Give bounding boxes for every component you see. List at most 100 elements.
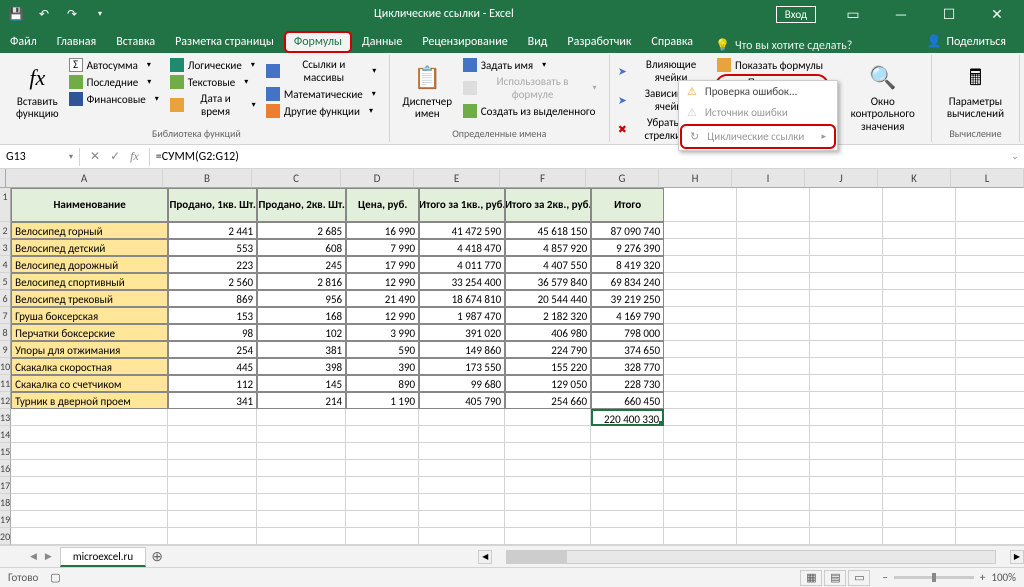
cell[interactable]: Велосипед дорожный [11, 256, 168, 273]
fx-icon[interactable]: fx [130, 149, 139, 164]
financial-button[interactable]: Финансовые▾ [67, 91, 166, 107]
cell[interactable] [591, 528, 664, 545]
cell[interactable] [419, 528, 505, 545]
cell[interactable] [883, 239, 956, 256]
cell[interactable]: 102 [257, 324, 346, 341]
column-header[interactable]: D [341, 169, 414, 188]
row-header[interactable]: 10 [0, 358, 11, 375]
tab-home[interactable]: Главная [47, 31, 106, 53]
cell[interactable] [810, 511, 883, 528]
save-icon[interactable]: 💾 [4, 3, 28, 25]
cell[interactable] [810, 426, 883, 443]
cell[interactable] [11, 494, 168, 511]
cell[interactable]: 1 987 470 [419, 307, 505, 324]
cell[interactable] [664, 392, 737, 409]
cell[interactable]: Наименование [11, 188, 168, 222]
row-header[interactable]: 4 [0, 256, 11, 273]
cell[interactable] [956, 222, 1024, 239]
cell[interactable] [737, 188, 810, 222]
cell[interactable] [737, 511, 810, 528]
cell[interactable]: 2 441 [168, 222, 257, 239]
cell[interactable] [419, 409, 505, 426]
name-manager-button[interactable]: 📋Диспетчер имен [396, 57, 459, 125]
cell[interactable] [168, 528, 257, 545]
cell[interactable]: 254 [168, 341, 257, 358]
row-header[interactable]: 13 [0, 409, 11, 426]
cell[interactable] [956, 341, 1024, 358]
enter-icon[interactable]: ✓ [110, 149, 120, 164]
cell[interactable] [883, 409, 956, 426]
cell[interactable] [664, 494, 737, 511]
cell[interactable]: 341 [168, 392, 257, 409]
cell[interactable]: 21 490 [346, 290, 419, 307]
cell[interactable]: Груша боксерская [11, 307, 168, 324]
row-header[interactable]: 5 [0, 273, 11, 290]
cell[interactable] [168, 460, 257, 477]
cell[interactable] [956, 494, 1024, 511]
cell[interactable] [737, 494, 810, 511]
cell[interactable]: 149 860 [419, 341, 505, 358]
cell[interactable]: 112 [168, 375, 257, 392]
cell[interactable] [883, 307, 956, 324]
cell[interactable]: 220 400 330 [591, 409, 664, 426]
cell[interactable]: Турник в дверной проем [11, 392, 168, 409]
cell[interactable] [883, 375, 956, 392]
cell[interactable] [591, 511, 664, 528]
cell[interactable] [737, 256, 810, 273]
cell[interactable] [11, 460, 168, 477]
cell[interactable]: 69 834 240 [591, 273, 664, 290]
row-header[interactable]: 11 [0, 375, 11, 392]
cell[interactable] [810, 358, 883, 375]
cell[interactable]: 145 [257, 375, 346, 392]
maximize-icon[interactable]: ☐ [926, 0, 972, 28]
cell[interactable] [737, 324, 810, 341]
cell[interactable]: 4 857 920 [505, 239, 591, 256]
cell[interactable] [956, 324, 1024, 341]
row-header[interactable]: 18 [0, 494, 11, 511]
datetime-button[interactable]: Дата и время▾ [168, 91, 262, 119]
cell[interactable]: 660 450 [591, 392, 664, 409]
tab-view[interactable]: Вид [518, 31, 558, 53]
cell[interactable]: 98 [168, 324, 257, 341]
column-header[interactable]: G [586, 169, 659, 188]
cell[interactable]: 33 254 400 [419, 273, 505, 290]
cell[interactable]: 2 685 [257, 222, 346, 239]
cell[interactable]: 17 990 [346, 256, 419, 273]
cell[interactable] [664, 324, 737, 341]
cell[interactable] [664, 375, 737, 392]
row-header[interactable]: 16 [0, 460, 11, 477]
row-header[interactable]: 3 [0, 239, 11, 256]
zoom-slider[interactable] [894, 576, 974, 579]
tell-me[interactable]: 💡Что вы хотите сделать? [715, 38, 852, 53]
name-box[interactable]: G13▾ [0, 148, 80, 166]
cell[interactable]: 4 407 550 [505, 256, 591, 273]
cells[interactable]: НаименованиеПродано, 1кв. Шт.Продано, 2к… [11, 188, 1024, 545]
cell[interactable] [737, 443, 810, 460]
cell[interactable] [737, 375, 810, 392]
cell[interactable] [168, 494, 257, 511]
cell[interactable] [810, 222, 883, 239]
create-from-selection-button[interactable]: Создать из выделенного [461, 103, 603, 119]
column-header[interactable]: C [252, 169, 341, 188]
column-header[interactable]: I [732, 169, 805, 188]
cell[interactable] [664, 307, 737, 324]
cell[interactable] [883, 392, 956, 409]
cell[interactable]: 39 219 250 [591, 290, 664, 307]
cell[interactable] [505, 460, 591, 477]
cell[interactable] [956, 528, 1024, 545]
row-header[interactable]: 8 [0, 324, 11, 341]
cell[interactable] [737, 290, 810, 307]
cell[interactable]: 8 419 320 [591, 256, 664, 273]
cell[interactable] [810, 341, 883, 358]
cell[interactable]: 224 790 [505, 341, 591, 358]
cell[interactable] [810, 392, 883, 409]
cell[interactable] [664, 273, 737, 290]
cell[interactable] [505, 494, 591, 511]
cell[interactable] [810, 273, 883, 290]
cell[interactable] [883, 426, 956, 443]
cell[interactable] [810, 188, 883, 222]
cell[interactable]: 3 990 [346, 324, 419, 341]
cell[interactable] [346, 528, 419, 545]
cell[interactable] [11, 511, 168, 528]
cell[interactable] [419, 443, 505, 460]
